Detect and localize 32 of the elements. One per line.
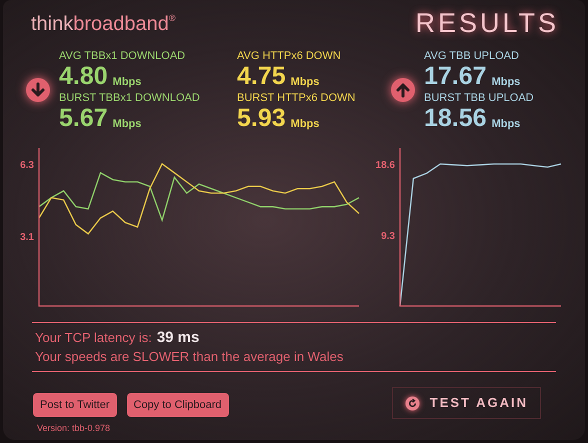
metric-label: AVG TBBx1 DOWNLOAD bbox=[59, 49, 186, 63]
y-tick-label: 18.6 bbox=[376, 160, 395, 172]
y-tick-label: 6.3 bbox=[20, 160, 34, 171]
y-tick-label: 3.1 bbox=[20, 232, 34, 244]
latency-label: Your TCP latency is: bbox=[35, 329, 152, 346]
metric-label: BURST TBBx1 DOWNLOAD bbox=[59, 91, 200, 105]
share-button[interactable]: Post to Twitter bbox=[33, 393, 116, 417]
metric-label: BURST TBB UPLOAD bbox=[424, 91, 534, 105]
metric-value: 4.75 bbox=[237, 63, 286, 89]
metric-label: BURST HTTPx6 DOWN bbox=[237, 91, 356, 105]
version-text: Version: tbb-0.978 bbox=[36, 422, 112, 435]
metric-value: 17.67 bbox=[424, 63, 487, 89]
refresh-icon bbox=[404, 396, 420, 410]
metric-value: 4.80 bbox=[59, 63, 108, 89]
metric-label: AVG HTTPx6 DOWN bbox=[237, 49, 342, 63]
metric-unit: Mbps bbox=[290, 117, 320, 131]
metric-unit: Mbps bbox=[492, 117, 520, 131]
metric-label: AVG TBB UPLOAD bbox=[424, 49, 520, 63]
share-button[interactable]: Copy to Clipboard bbox=[126, 393, 229, 417]
metric-value: 5.67 bbox=[59, 105, 108, 131]
comparison-text: Your speeds are SLOWER than the average in Wales bbox=[35, 348, 344, 365]
metric-value: 18.56 bbox=[424, 105, 487, 131]
logo: thinkbroadband® bbox=[31, 13, 176, 35]
y-tick-label: 9.3 bbox=[381, 231, 395, 242]
metric-unit: Mbps bbox=[112, 75, 142, 89]
metric-unit: Mbps bbox=[112, 117, 142, 131]
results-title: RESULTS bbox=[415, 8, 559, 38]
metric-unit: Mbps bbox=[492, 75, 520, 89]
test-again-button[interactable]: TEST AGAIN bbox=[392, 387, 541, 419]
metric-unit: Mbps bbox=[290, 75, 320, 89]
metric-value: 5.93 bbox=[237, 105, 286, 131]
latency-value: 39 ms bbox=[156, 329, 200, 346]
